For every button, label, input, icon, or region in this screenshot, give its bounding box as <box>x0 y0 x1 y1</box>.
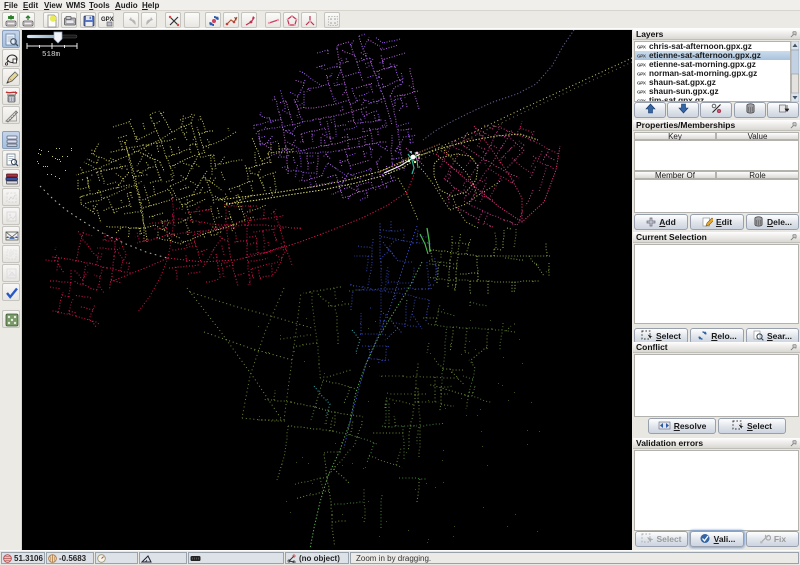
svg-text:GPX: GPX <box>637 90 646 94</box>
svg-text:GPX: GPX <box>637 81 646 85</box>
svg-text:GPX: GPX <box>637 72 646 76</box>
svg-text:GPX: GPX <box>637 45 646 49</box>
svg-text:GPX: GPX <box>637 54 646 58</box>
svg-text:518m: 518m <box>42 51 61 59</box>
svg-text:GPX: GPX <box>637 63 646 67</box>
